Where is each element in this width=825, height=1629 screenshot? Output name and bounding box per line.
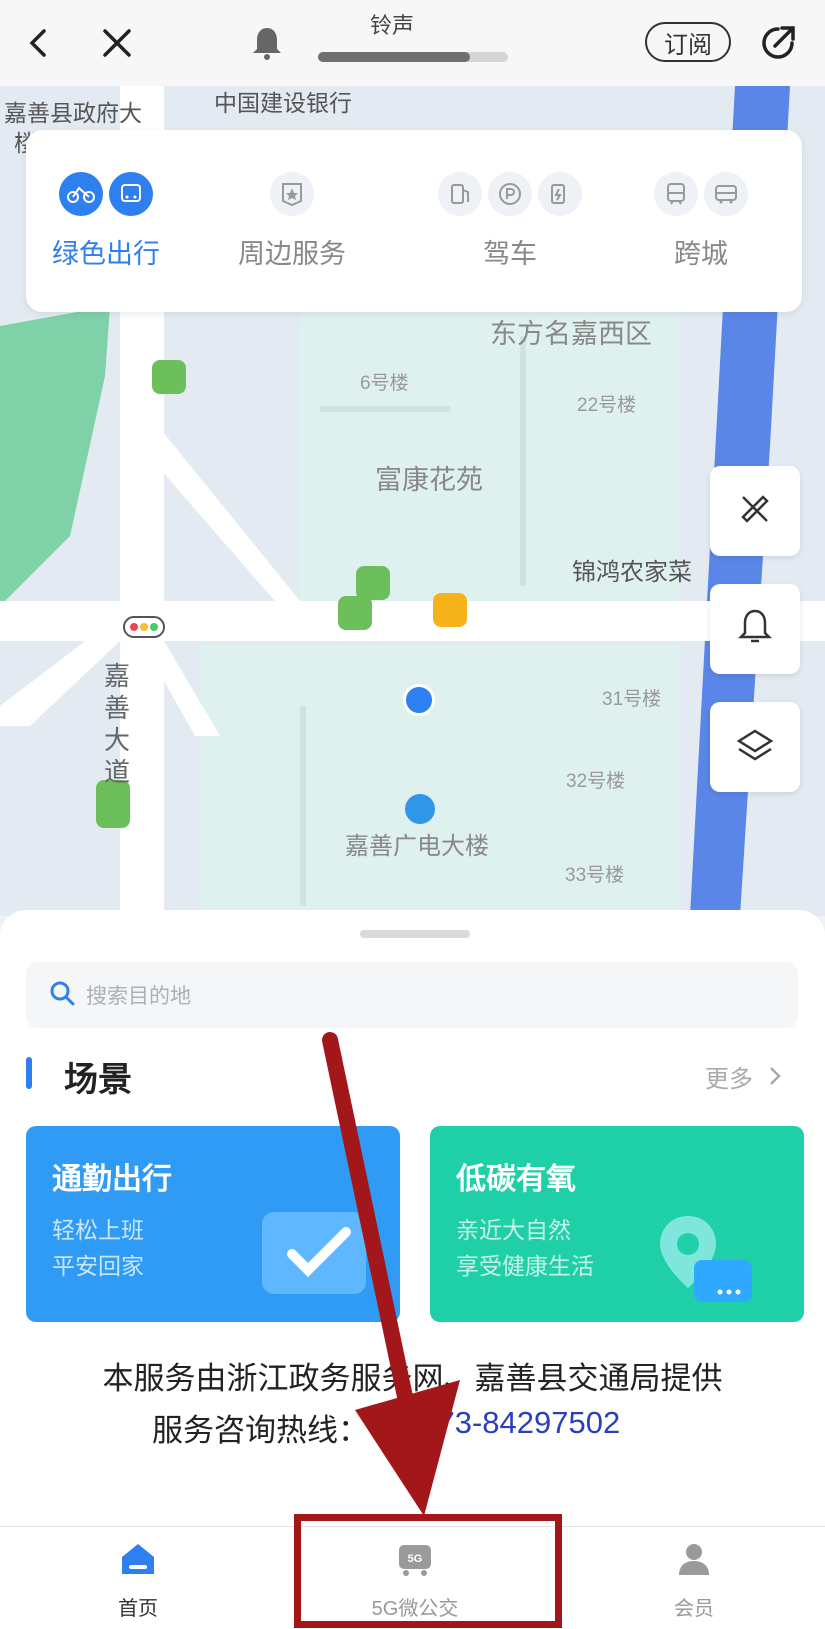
map-label: 嘉善县政府大 <box>4 100 142 126</box>
layers-icon <box>735 725 775 770</box>
bell-icon <box>737 607 773 652</box>
bike-station-marker[interactable] <box>433 593 467 627</box>
user-icon <box>676 1541 712 1582</box>
category-label: 跨城 <box>674 239 728 269</box>
tab-label: 会员 <box>674 1598 714 1620</box>
ruler-tool-button[interactable] <box>710 466 800 556</box>
share-icon[interactable] <box>753 18 803 68</box>
layers-button[interactable] <box>710 702 800 792</box>
fuel-icon <box>438 172 482 216</box>
chevron-right-icon <box>768 1066 782 1093</box>
category-label: 周边服务 <box>238 239 346 269</box>
map-label: 6号楼 <box>360 373 409 394</box>
charging-icon <box>538 172 582 216</box>
tab-label: 首页 <box>118 1598 158 1620</box>
train-icon <box>654 172 698 216</box>
bus-stop-marker[interactable] <box>338 596 372 630</box>
subscribe-button[interactable]: 订阅 <box>645 22 731 62</box>
more-label: 更多 <box>705 1066 753 1093</box>
home-icon <box>120 1541 156 1582</box>
bike-icon <box>59 172 103 216</box>
category-label: 绿色出行 <box>52 239 160 269</box>
current-location-dot <box>403 684 435 716</box>
ringtone-progress-fill <box>318 52 470 62</box>
ringtone-progress-bar[interactable] <box>318 52 508 62</box>
search-icon <box>48 979 76 1012</box>
bus-stop-marker[interactable] <box>152 360 186 394</box>
category-driving[interactable]: 驾车 <box>438 166 582 271</box>
map-label: 中国建设银行 <box>214 90 352 116</box>
card-title: 通勤出行 <box>52 1163 172 1196</box>
bus-icon <box>109 172 153 216</box>
map-label: 31号楼 <box>602 689 662 710</box>
section-accent-bar <box>26 1057 32 1089</box>
annotation-arrow <box>322 1032 460 1516</box>
category-label: 驾车 <box>483 239 537 269</box>
star-badge-icon <box>270 172 314 216</box>
map-label: 32号楼 <box>566 771 626 792</box>
bus-stop-marker[interactable] <box>96 794 130 828</box>
map-label: 东方名嘉西区 <box>490 319 652 349</box>
more-link[interactable]: 更多 <box>705 1059 782 1094</box>
sheet-drag-handle[interactable] <box>360 930 470 938</box>
coach-icon <box>704 172 748 216</box>
map-label: 富康花苑 <box>375 465 483 495</box>
parking-icon <box>488 172 532 216</box>
map-label: 嘉善广电大楼 <box>345 833 489 860</box>
alert-button[interactable] <box>710 584 800 674</box>
bell-icon[interactable] <box>242 18 292 68</box>
top-bar: 铃声 订阅 <box>0 0 825 86</box>
category-green-travel[interactable]: 绿色出行 <box>52 166 160 271</box>
close-icon[interactable] <box>92 18 142 68</box>
bus-stop-marker[interactable] <box>356 566 390 600</box>
map-pin-icon <box>652 1208 752 1308</box>
tab-member[interactable]: 会员 <box>624 1541 764 1621</box>
scenes-title: 场景 <box>64 1061 132 1099</box>
annotation-highlight-box <box>294 1514 562 1628</box>
map-label: 锦鸿农家菜 <box>572 559 692 586</box>
ruler-icon <box>735 489 775 534</box>
category-nearby[interactable]: 周边服务 <box>238 166 346 271</box>
map-label: 22号楼 <box>577 395 637 416</box>
ringtone-title: 铃声 <box>370 13 415 38</box>
back-icon[interactable] <box>14 18 64 68</box>
tab-home[interactable]: 首页 <box>68 1541 208 1621</box>
card-subtitle: 轻松上班 平安回家 <box>52 1217 144 1279</box>
map-label: 33号楼 <box>565 865 625 886</box>
category-intercity[interactable]: 跨城 <box>654 166 748 271</box>
road-label: 嘉善大道 <box>104 661 131 787</box>
search-placeholder: 搜索目的地 <box>86 985 191 1008</box>
search-input[interactable]: 搜索目的地 <box>26 962 798 1028</box>
building-icon <box>405 794 435 824</box>
category-card: 绿色出行 周边服务 驾车 跨城 <box>26 130 802 312</box>
